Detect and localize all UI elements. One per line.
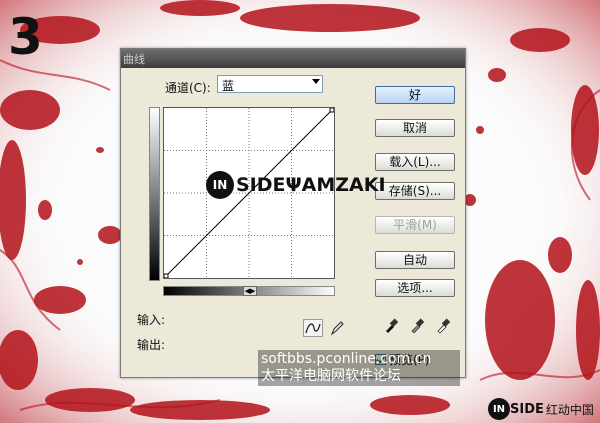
chevron-down-icon	[312, 79, 320, 84]
step-number: 3	[8, 8, 43, 66]
options-button[interactable]: 选项...	[375, 279, 455, 297]
curves-dialog: 曲线 通道(C): 蓝 ◀▶ 输入: 输出: 好 取消 载入(L)... 存储(…	[120, 48, 466, 378]
inside-watermark-logo: IN SIDEΨAMZAKI	[206, 170, 386, 200]
output-label: 输出:	[137, 338, 166, 352]
dialog-title: 曲线	[123, 53, 145, 66]
curve-point-end	[329, 107, 335, 113]
input-label: 输入:	[137, 313, 166, 327]
channel-value: 蓝	[222, 79, 235, 93]
curve-point-start	[163, 273, 169, 279]
corner-logo-text: SIDE	[510, 401, 544, 417]
site-watermark: softbbs.pconline.com.cn 太平洋电脑网软件论坛	[258, 350, 460, 386]
smooth-button[interactable]: 平滑(M)	[375, 216, 455, 234]
corner-watermark: IN SIDE 红动中国	[488, 398, 594, 420]
curve-tool-icon[interactable]	[303, 319, 323, 337]
corner-logo-circle: IN	[488, 398, 510, 420]
output-gradient-bar	[149, 107, 160, 281]
corner-sub-text: 红动中国	[545, 402, 594, 417]
channel-label: 通道(C):	[165, 81, 211, 95]
ok-button[interactable]: 好	[375, 86, 455, 104]
logo-circle: IN	[206, 171, 234, 199]
pencil-tool-icon[interactable]	[327, 319, 347, 337]
cancel-button[interactable]: 取消	[375, 119, 455, 137]
save-button[interactable]: 存储(S)...	[375, 182, 455, 200]
auto-button[interactable]: 自动	[375, 251, 455, 269]
channel-select[interactable]: 蓝	[217, 75, 323, 93]
black-eyedropper-icon[interactable]	[383, 317, 399, 333]
load-button[interactable]: 载入(L)...	[375, 153, 455, 171]
white-eyedropper-icon[interactable]	[435, 317, 451, 333]
site-line-2: 太平洋电脑网软件论坛	[261, 368, 401, 384]
gradient-toggle-icon[interactable]: ◀▶	[243, 286, 257, 296]
gray-eyedropper-icon[interactable]	[409, 317, 425, 333]
dialog-titlebar[interactable]: 曲线	[121, 49, 465, 68]
site-line-1: softbbs.pconline.com.cn	[261, 351, 432, 367]
logo-text: SIDEΨAMZAKI	[236, 174, 386, 196]
